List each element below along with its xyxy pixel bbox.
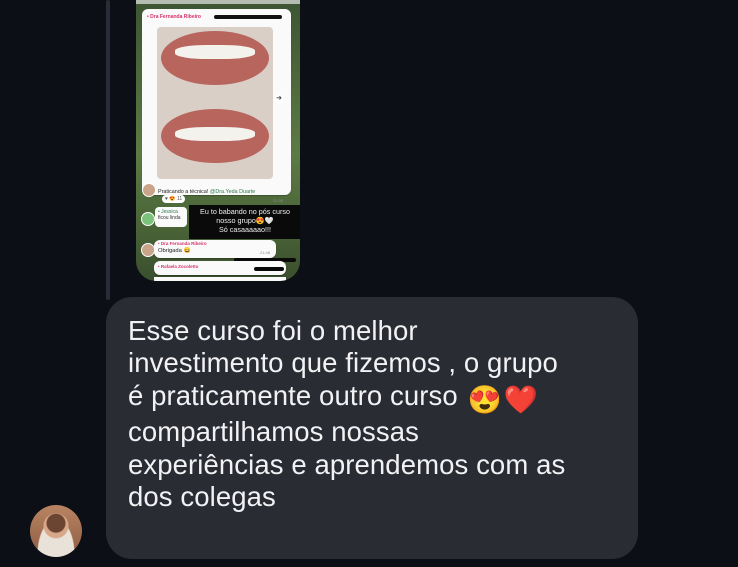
redaction-bar [214,15,282,19]
smile-after-image [161,109,269,163]
message-line: é praticamente outro curso 😍❤️ [128,379,539,415]
message-line: investimento que fizemos , o grupo [128,347,558,379]
smile-photo [157,27,273,179]
thread-connector-line [106,0,110,300]
redaction-bar-3 [254,267,284,271]
message-line: compartilhamos nossas [128,416,419,448]
message-line: experiências e aprendemos com as [128,448,566,480]
thanks-message: • Dra Fernanda Ribeiro Obrigada 😄 21:48 [154,240,276,258]
red-heart-emoji-icon: ❤️ [503,383,539,415]
screenshot-top-edge [136,0,300,4]
message-line: Esse curso foi o melhor [128,315,418,346]
forward-icon[interactable]: ➜ [274,94,284,104]
post-author: • Dra Fernanda Ribeiro [147,14,201,20]
heart-eyes-emoji-icon: 😍 [467,383,502,415]
message-line: dos colegas [128,481,276,513]
post-time: 21:36 [272,198,283,203]
mention-link[interactable]: @Dra.Yeda Duarte [210,189,255,195]
sender-avatar[interactable] [30,505,82,557]
smile-before-image [161,31,269,85]
shared-chat-screenshot[interactable]: • Dra Fernanda Ribeiro Praticando a técn… [136,0,300,281]
author-avatar-2 [141,243,155,257]
author-avatar [142,183,156,197]
photo-post-card: • Dra Fernanda Ribeiro Praticando a técn… [142,9,291,203]
reply-bubble: • Jessica ficou linda [155,207,187,227]
text-sticker: Eu to babando no pós curso nosso grupo😍🤍… [189,205,300,239]
jessica-avatar [141,212,155,226]
cutoff-message [154,277,286,281]
message-bubble[interactable]: Esse curso foi o melhor investimento que… [106,297,638,559]
reactions-badge[interactable]: ♥ 😍 11 [162,195,186,203]
